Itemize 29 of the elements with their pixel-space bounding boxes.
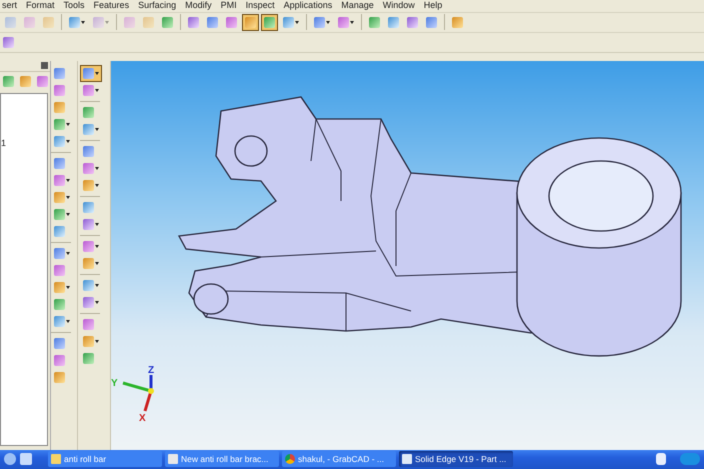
menu-item[interactable]: Tools [64, 0, 85, 12]
menu-item[interactable]: Modify [185, 0, 212, 12]
3d-viewport[interactable]: Z Y X [111, 60, 704, 450]
menu-item[interactable]: Applications [284, 0, 332, 12]
menu-item[interactable]: Window [382, 0, 415, 12]
menu-item[interactable]: PMI [220, 0, 237, 12]
tool-icon[interactable] [242, 14, 259, 31]
taskbar-button[interactable]: New anti roll bar brac... [165, 451, 279, 468]
menu-item[interactable]: Format [26, 0, 55, 12]
close-icon[interactable] [41, 62, 48, 70]
axis-triad-icon [122, 374, 154, 412]
tool-icon[interactable] [261, 14, 278, 31]
menu-item[interactable]: Inspect [246, 0, 275, 12]
tool-icon[interactable] [80, 64, 102, 82]
tree-item[interactable]: 1 [1, 138, 47, 148]
start-icon[interactable] [4, 453, 16, 466]
tray-icon[interactable] [656, 453, 666, 466]
menu-item[interactable]: sert [2, 0, 18, 12]
menu-item[interactable]: Surfacing [138, 0, 176, 12]
menu-item[interactable]: Manage [341, 0, 374, 12]
menu-item[interactable]: Help [424, 0, 442, 12]
menu-item[interactable]: Features [94, 0, 130, 12]
taskbar-button[interactable]: shakul, - GrabCAD - ... [282, 451, 396, 468]
taskbar-button[interactable]: Solid Edge V19 - Part ... [399, 451, 513, 468]
z-axis-label: Z [148, 364, 154, 376]
desktop-icon[interactable] [20, 453, 32, 466]
y-axis-label: Y [111, 378, 118, 389]
x-axis-label: X [139, 412, 146, 424]
taskbar-button[interactable]: anti roll bar [48, 451, 162, 468]
